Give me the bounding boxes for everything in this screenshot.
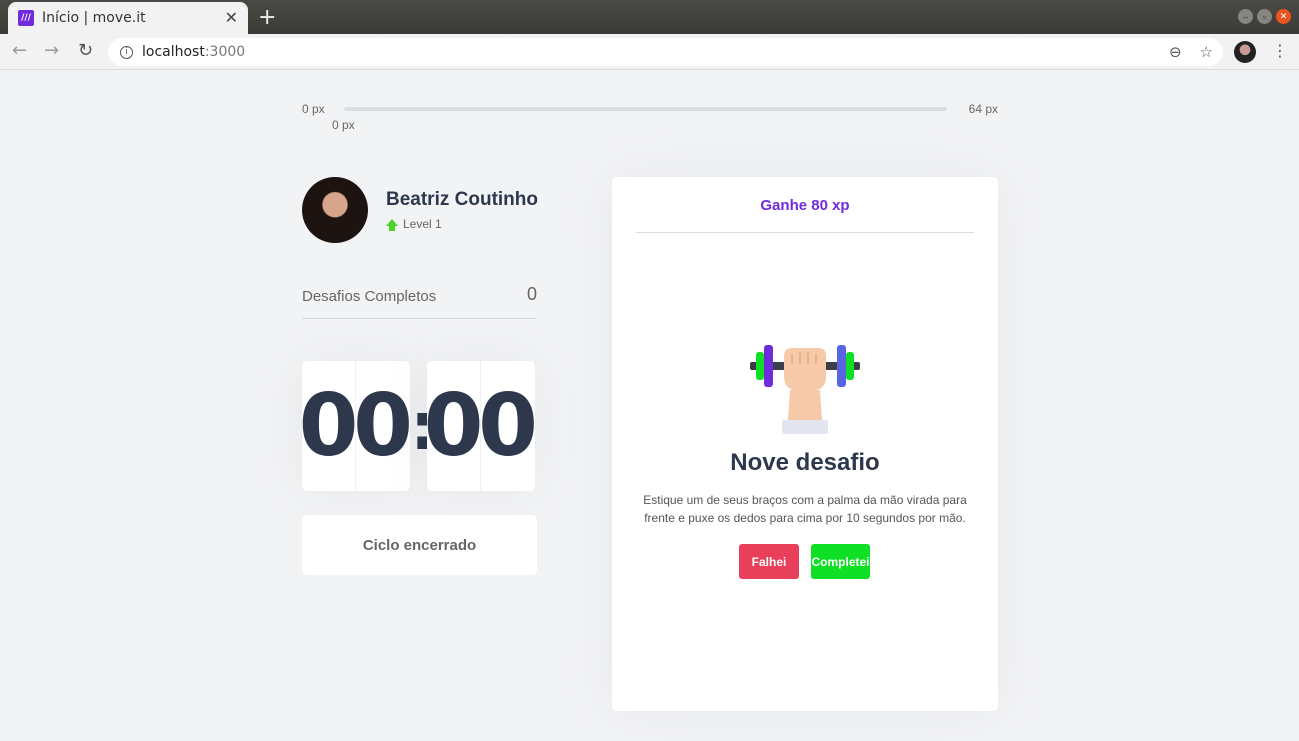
level-label: Level 1 bbox=[403, 217, 442, 231]
browser-menu-icon[interactable]: ⋮ bbox=[1272, 41, 1288, 60]
address-bar[interactable]: i localhost:3000 ⊖ ☆ bbox=[108, 38, 1223, 66]
new-tab-icon[interactable]: + bbox=[258, 5, 276, 30]
challenge-reward: Ganhe 80 xp bbox=[636, 177, 974, 233]
window-controls: – ▫ ✕ bbox=[1238, 9, 1291, 24]
cycle-ended-button[interactable]: Ciclo encerrado bbox=[302, 515, 537, 575]
url-host: localhost bbox=[142, 44, 205, 60]
xp-track bbox=[344, 107, 947, 111]
challenge-title: Nove desafio bbox=[730, 449, 880, 476]
completed-count: 0 bbox=[526, 284, 537, 304]
tab-title: Início | move.it bbox=[42, 10, 146, 26]
reload-icon[interactable]: ↻ bbox=[78, 40, 93, 61]
browser-profile-avatar[interactable] bbox=[1234, 41, 1256, 63]
avatar bbox=[302, 177, 368, 243]
profile-name: Beatriz Coutinho bbox=[386, 189, 538, 210]
countdown-digit: 0 bbox=[353, 376, 413, 476]
browser-titlebar: /// Início | move.it ✕ + – ▫ ✕ bbox=[0, 0, 1299, 34]
xp-max: 64 px bbox=[968, 102, 998, 116]
forward-arrow-icon[interactable]: → bbox=[44, 40, 59, 61]
xp-current: 0 px bbox=[332, 118, 355, 132]
info-icon[interactable]: i bbox=[120, 45, 133, 59]
profile: Beatriz Coutinho Level 1 bbox=[302, 177, 538, 243]
fail-button[interactable]: Falhei bbox=[739, 544, 799, 579]
challenge-box: Ganhe 80 xp Nove desafio Estique um de s… bbox=[612, 177, 998, 711]
complete-button[interactable]: Completei bbox=[811, 544, 870, 579]
bookmark-star-icon[interactable]: ☆ bbox=[1200, 43, 1213, 61]
close-tab-icon[interactable]: ✕ bbox=[225, 8, 238, 28]
xp-min: 0 px bbox=[302, 102, 325, 116]
close-window-icon[interactable]: ✕ bbox=[1276, 9, 1291, 24]
profile-level: Level 1 bbox=[386, 217, 538, 231]
completed-label: Desafios Completos bbox=[302, 288, 437, 305]
maximize-icon[interactable]: ▫ bbox=[1257, 9, 1272, 24]
completed-challenges: Desafios Completos 0 bbox=[302, 284, 537, 319]
browser-toolbar: ← → ↻ i localhost:3000 ⊖ ☆ ⋮ bbox=[0, 34, 1299, 70]
zoom-icon[interactable]: ⊖ bbox=[1169, 43, 1182, 61]
countdown-minutes: 0 0 bbox=[299, 361, 413, 491]
experience-bar: 0 px 0 px 64 px bbox=[302, 100, 998, 140]
countdown-seconds: 0 0 bbox=[424, 361, 538, 491]
countdown-digit: 0 bbox=[424, 361, 483, 491]
url-port: :3000 bbox=[204, 44, 246, 60]
dumbbell-hand-icon bbox=[750, 345, 860, 434]
countdown-digit: 0 bbox=[478, 376, 538, 476]
level-up-icon bbox=[386, 218, 398, 231]
browser-tab[interactable]: /// Início | move.it ✕ bbox=[8, 2, 248, 34]
challenge-description: Estique um de seus braços com a palma da… bbox=[643, 493, 967, 525]
minimize-icon[interactable]: – bbox=[1238, 9, 1253, 24]
moveit-favicon-icon: /// bbox=[18, 10, 34, 26]
countdown-digit: 0 bbox=[299, 361, 358, 491]
back-arrow-icon[interactable]: ← bbox=[12, 40, 27, 61]
countdown: 0 0 : 0 0 bbox=[299, 361, 538, 491]
